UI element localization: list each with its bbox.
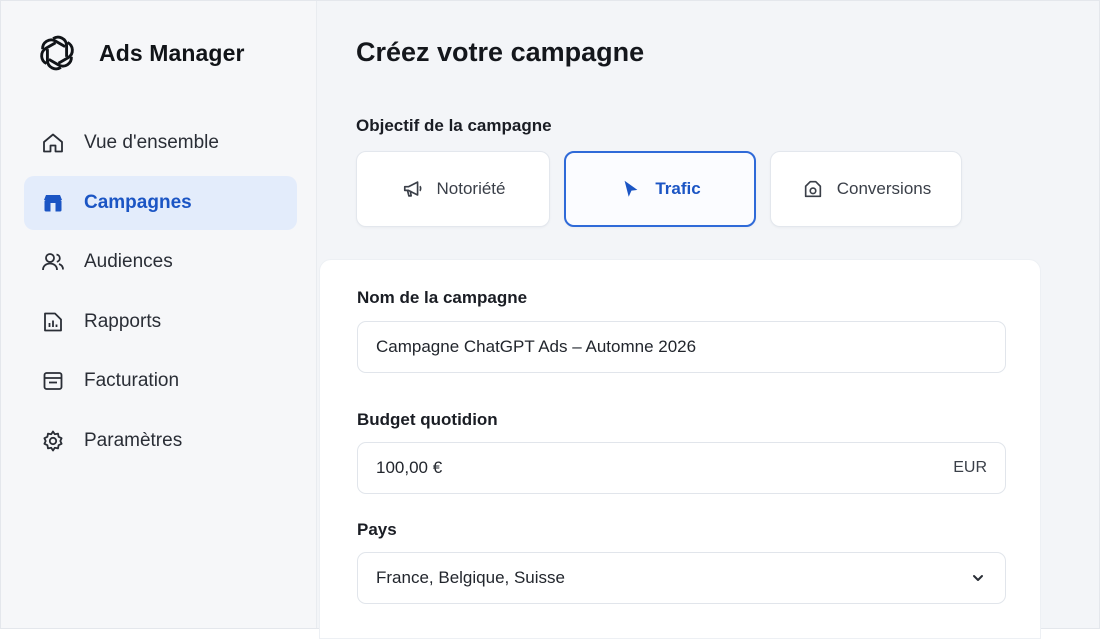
home-icon bbox=[40, 130, 66, 156]
sidebar-item-campaigns[interactable]: Campagnes bbox=[24, 175, 297, 230]
chevron-down-icon bbox=[969, 569, 987, 587]
objective-traffic-label: Trafic bbox=[655, 179, 701, 198]
brand: Ads Manager bbox=[24, 1, 296, 105]
main-content: Créez votre campagne Objectif de la camp… bbox=[317, 1, 1099, 639]
campaign-name-value: Campagne ChatGPT Ads – Automne 2026 bbox=[376, 337, 697, 356]
sidebar-item-overview[interactable]: Vue d'ensemble bbox=[24, 116, 297, 170]
objective-awareness-label: Notoriété bbox=[436, 179, 506, 198]
megaphone-store-icon bbox=[40, 190, 66, 216]
campaign-name-label: Nom de la campagne bbox=[357, 288, 528, 307]
billing-icon bbox=[40, 368, 66, 394]
daily-budget-label: Budget quotidion bbox=[357, 410, 498, 429]
objective-section-label: Objectif de la campagne bbox=[356, 116, 552, 135]
sidebar-item-label: Vue d'ensemble bbox=[84, 132, 219, 153]
currency-suffix: EUR bbox=[953, 459, 987, 476]
sidebar-item-label: Rapports bbox=[84, 310, 162, 332]
objective-traffic-card[interactable]: Trafic bbox=[564, 151, 756, 227]
objective-awareness-card[interactable]: Notoriété bbox=[356, 151, 550, 227]
page-title: Créez votre campagne bbox=[356, 37, 645, 67]
bag-icon bbox=[801, 177, 825, 201]
brand-name: Ads Manager bbox=[99, 39, 245, 66]
cursor-icon bbox=[619, 177, 643, 201]
sidebar-item-settings[interactable]: Paramètres bbox=[24, 414, 297, 468]
campaign-name-input[interactable]: Campagne ChatGPT Ads – Automne 2026 bbox=[357, 321, 1006, 373]
objective-conversions-card[interactable]: Conversions bbox=[770, 151, 962, 227]
sidebar-item-label: Facturation bbox=[84, 370, 180, 391]
sidebar-item-label: Campagnes bbox=[84, 191, 192, 213]
report-icon bbox=[40, 309, 66, 335]
objective-options: Notoriété Trafic Conversions bbox=[356, 151, 976, 227]
megaphone-icon bbox=[401, 177, 425, 201]
country-select[interactable]: France, Belgique, Suisse bbox=[357, 552, 1006, 604]
sidebar-item-label: Audiences bbox=[84, 251, 173, 272]
daily-budget-input[interactable]: 100,00 € EUR bbox=[357, 442, 1006, 494]
daily-budget-value: 100,00 € bbox=[376, 458, 443, 477]
country-value: France, Belgique, Suisse bbox=[376, 568, 565, 587]
sidebar-item-label: Paramètres bbox=[84, 429, 183, 451]
openai-logo-icon bbox=[33, 29, 81, 77]
objective-conversions-label: Conversions bbox=[836, 179, 932, 198]
gear-icon bbox=[40, 428, 66, 454]
campaign-form: Nom de la campagne Campagne ChatGPT Ads … bbox=[319, 259, 1041, 639]
sidebar-item-billing[interactable]: Facturation bbox=[24, 354, 297, 408]
country-label: Pays bbox=[357, 520, 397, 539]
sidebar-nav: Vue d'ensemble Campagnes Audiences Rappo… bbox=[24, 116, 297, 468]
ads-manager-window: Ads Manager Vue d'ensemble Campagnes Aud… bbox=[0, 0, 1100, 639]
users-icon bbox=[40, 249, 66, 275]
sidebar-item-reports[interactable]: Rapports bbox=[24, 295, 297, 349]
sidebar: Ads Manager Vue d'ensemble Campagnes Aud… bbox=[1, 1, 317, 628]
sidebar-item-audiences[interactable]: Audiences bbox=[24, 235, 297, 289]
